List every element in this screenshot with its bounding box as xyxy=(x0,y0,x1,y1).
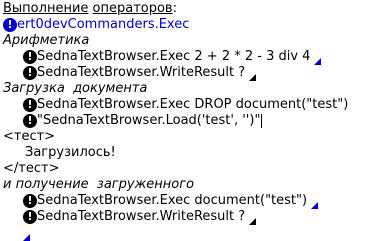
triangle-marker-icon[interactable] xyxy=(311,201,319,209)
xml-content: Загрузилось! xyxy=(25,145,116,160)
header-word-1: Выполнение xyxy=(3,1,89,16)
get-exec-text[interactable]: SednaTextBrowser.Exec document("test") xyxy=(37,193,307,209)
triangle-marker-icon[interactable] xyxy=(249,217,257,225)
get-write-line[interactable]: ! SednaTextBrowser.WriteResult ? xyxy=(3,209,367,225)
arith-write-line[interactable]: ! SednaTextBrowser.WriteResult ? xyxy=(3,65,367,81)
exclamation-bullet-icon[interactable]: ! xyxy=(23,66,37,80)
empty-result-line[interactable] xyxy=(3,225,367,241)
triangle-marker-icon[interactable] xyxy=(249,73,257,81)
arith-write-text[interactable]: SednaTextBrowser.WriteResult ? xyxy=(37,65,245,81)
section-arithmetic: Арифметика xyxy=(3,33,90,48)
xml-open-tag: <тест> xyxy=(3,129,56,144)
document: Выполнение операторов : ! ert0devCommand… xyxy=(3,1,367,241)
load-drop-line[interactable]: ! SednaTextBrowser.Exec DROP document("t… xyxy=(3,97,367,113)
load-drop-text[interactable]: SednaTextBrowser.Exec DROP document("tes… xyxy=(37,97,348,113)
section-load: Загрузка документа xyxy=(3,81,148,96)
arith-exec-line[interactable]: ! SednaTextBrowser.Exec 2 + 2 * 2 - 3 di… xyxy=(3,49,367,65)
exclamation-bullet-icon[interactable]: ! xyxy=(23,210,37,224)
triangle-marker-icon[interactable] xyxy=(314,57,322,65)
exclamation-bullet-icon[interactable]: ! xyxy=(23,98,37,112)
commanders-exec-text[interactable]: ert0devCommanders.Exec xyxy=(17,17,189,33)
load-load-line[interactable]: ! "SednaTextBrowser.Load('test', '')" xyxy=(3,113,367,129)
arith-exec-text[interactable]: SednaTextBrowser.Exec 2 + 2 * 2 - 3 div … xyxy=(37,49,310,65)
get-write-text[interactable]: SednaTextBrowser.WriteResult ? xyxy=(37,209,245,225)
commanders-line[interactable]: ! ert0devCommanders.Exec xyxy=(3,17,367,33)
exclamation-bullet-icon[interactable]: ! xyxy=(3,18,17,32)
xml-close-tag: </тест> xyxy=(3,161,60,176)
text-caret xyxy=(261,114,263,128)
load-load-text[interactable]: "SednaTextBrowser.Load('test', '')" xyxy=(37,113,260,129)
exclamation-bullet-icon[interactable]: ! xyxy=(23,50,37,64)
triangle-marker-icon[interactable] xyxy=(23,233,30,241)
header-word-2: операторов xyxy=(92,1,173,16)
get-exec-line[interactable]: ! SednaTextBrowser.Exec document("test") xyxy=(3,193,367,209)
header-line: Выполнение операторов : xyxy=(3,1,367,17)
exclamation-bullet-icon[interactable]: ! xyxy=(23,194,37,208)
header-colon: : xyxy=(172,1,177,16)
section-get: и получение загруженного xyxy=(3,177,195,192)
exclamation-bullet-icon[interactable]: ! xyxy=(23,114,37,128)
